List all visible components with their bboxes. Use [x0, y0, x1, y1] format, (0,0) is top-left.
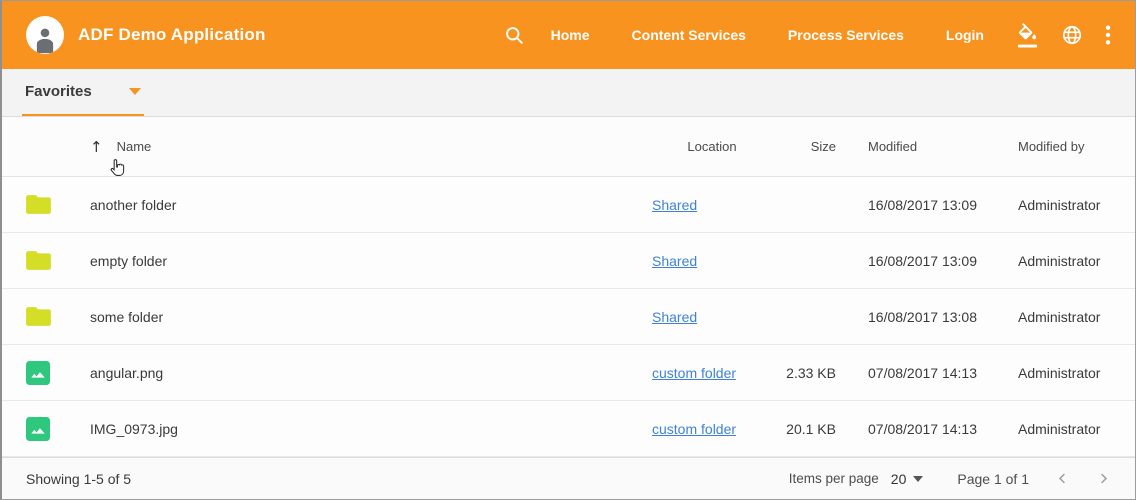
items-per-page-select[interactable]: 20	[891, 471, 924, 487]
modified-by-value: Administrator	[1018, 253, 1111, 269]
modified-by-value: Administrator	[1018, 421, 1111, 437]
table-row[interactable]: IMG_0973.jpg custom folder 20.1 KB 07/08…	[2, 401, 1135, 457]
file-name[interactable]: angular.png	[90, 365, 652, 381]
image-file-icon	[26, 361, 50, 385]
location-link[interactable]: Shared	[652, 309, 697, 325]
modified-value: 16/08/2017 13:08	[868, 309, 1018, 325]
caret-down-icon	[913, 476, 923, 482]
page-indicator: Page 1 of 1	[957, 471, 1029, 487]
column-header-name[interactable]: ↑ Name	[90, 138, 652, 156]
person-icon	[30, 22, 60, 54]
color-fill-icon[interactable]	[1016, 23, 1039, 48]
previous-page-button[interactable]	[1055, 471, 1070, 486]
table-body: another folder Shared 16/08/2017 13:09 A…	[2, 177, 1135, 457]
favorites-file-list: ↑ Name Location Size Modified Modified b…	[2, 117, 1135, 457]
items-per-page-label: Items per page	[789, 471, 879, 486]
file-name[interactable]: some folder	[90, 309, 652, 325]
modified-value: 16/08/2017 13:09	[868, 197, 1018, 213]
tab-favorites-label: Favorites	[25, 83, 92, 100]
nav-item-home[interactable]: Home	[551, 27, 590, 43]
app-header: ADF Demo Application Home Content Servic…	[2, 1, 1135, 69]
showing-count: Showing 1-5 of 5	[26, 471, 131, 487]
pagination-bar: Showing 1-5 of 5 Items per page 20 Page …	[2, 457, 1135, 499]
language-globe-icon[interactable]	[1061, 24, 1083, 46]
search-icon[interactable]	[504, 25, 525, 46]
table-row[interactable]: another folder Shared 16/08/2017 13:09 A…	[2, 177, 1135, 233]
table-header-row: ↑ Name Location Size Modified Modified b…	[2, 117, 1135, 177]
modified-by-value: Administrator	[1018, 197, 1111, 213]
main-nav: Home Content Services Process Services L…	[551, 27, 984, 43]
folder-icon	[26, 194, 51, 215]
app-title: ADF Demo Application	[78, 25, 266, 45]
column-header-modified[interactable]: Modified	[868, 139, 1018, 154]
tab-favorites[interactable]: Favorites	[22, 69, 144, 116]
next-page-button[interactable]	[1096, 471, 1111, 486]
file-name[interactable]: IMG_0973.jpg	[90, 421, 652, 437]
items-per-page-value: 20	[891, 471, 907, 487]
modified-value: 07/08/2017 14:13	[868, 365, 1018, 381]
table-row[interactable]: empty folder Shared 16/08/2017 13:09 Adm…	[2, 233, 1135, 289]
column-header-modified-by[interactable]: Modified by	[1018, 139, 1111, 154]
file-name[interactable]: another folder	[90, 197, 652, 213]
file-name[interactable]: empty folder	[90, 253, 652, 269]
modified-value: 16/08/2017 13:09	[868, 253, 1018, 269]
column-header-name-label: Name	[117, 139, 152, 154]
modified-by-value: Administrator	[1018, 365, 1111, 381]
modified-value: 07/08/2017 14:13	[868, 421, 1018, 437]
caret-down-icon	[129, 88, 141, 95]
user-avatar[interactable]	[26, 16, 64, 54]
column-header-location[interactable]: Location	[652, 139, 772, 154]
tab-bar: Favorites	[2, 69, 1135, 117]
size-value: 20.1 KB	[772, 421, 836, 437]
folder-icon	[26, 250, 51, 271]
nav-item-content-services[interactable]: Content Services	[632, 27, 746, 43]
header-action-icons	[1016, 23, 1111, 48]
location-link[interactable]: custom folder	[652, 421, 736, 437]
more-vertical-icon[interactable]	[1105, 24, 1111, 46]
modified-by-value: Administrator	[1018, 309, 1111, 325]
folder-icon	[26, 306, 51, 327]
table-row[interactable]: angular.png custom folder 2.33 KB 07/08/…	[2, 345, 1135, 401]
image-file-icon	[26, 417, 50, 441]
table-row[interactable]: some folder Shared 16/08/2017 13:08 Admi…	[2, 289, 1135, 345]
sort-ascending-icon: ↑	[90, 138, 103, 156]
location-link[interactable]: Shared	[652, 253, 697, 269]
location-link[interactable]: custom folder	[652, 365, 736, 381]
location-link[interactable]: Shared	[652, 197, 697, 213]
app-window: ADF Demo Application Home Content Servic…	[0, 0, 1136, 500]
pagination-controls: Items per page 20 Page 1 of 1	[789, 471, 1111, 487]
size-value: 2.33 KB	[772, 365, 836, 381]
nav-item-login[interactable]: Login	[946, 27, 984, 43]
nav-item-process-services[interactable]: Process Services	[788, 27, 904, 43]
column-header-size[interactable]: Size	[772, 139, 836, 154]
